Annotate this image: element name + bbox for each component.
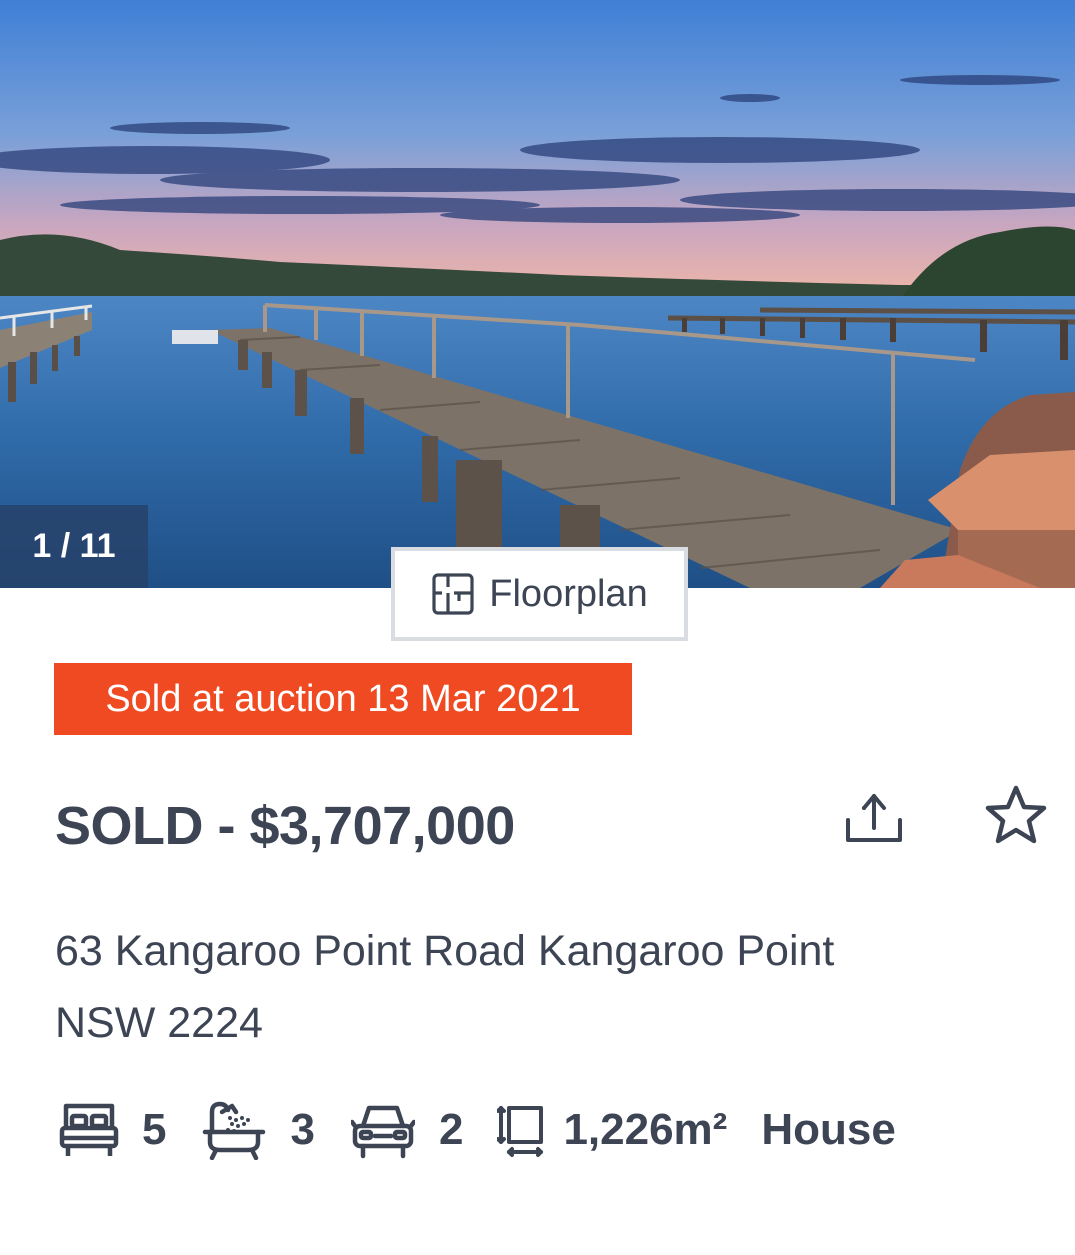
- feature-car-spaces: 2: [350, 1100, 464, 1160]
- feature-bathrooms: 3: [202, 1100, 315, 1160]
- feature-land-size: 1,226m²: [497, 1100, 727, 1160]
- land-size-value: 1,226m²: [563, 1105, 728, 1154]
- bed-icon: [58, 1100, 120, 1160]
- star-icon: [983, 783, 1049, 854]
- share-button[interactable]: [838, 788, 910, 852]
- property-address: 63 Kangaroo Point Road Kangaroo Point NS…: [55, 915, 975, 1059]
- property-features: 5 3 2 1,226m² House: [58, 1098, 896, 1162]
- bath-icon: [202, 1100, 266, 1160]
- feature-bedrooms: 5: [58, 1100, 166, 1160]
- land-size-icon: [497, 1100, 545, 1160]
- jetty-photo: [0, 0, 1075, 588]
- bedroom-count: 5: [142, 1105, 167, 1154]
- address-street: 63 Kangaroo Point Road Kangaroo Point: [55, 927, 835, 975]
- address-state-postcode: NSW 2224: [55, 999, 263, 1047]
- sold-status-badge: Sold at auction 13 Mar 2021: [54, 663, 632, 735]
- car-icon: [350, 1100, 415, 1160]
- property-type: House: [761, 1105, 896, 1154]
- floorplan-icon: [431, 572, 475, 616]
- hero-photo[interactable]: 1 / 11: [0, 0, 1075, 588]
- floorplan-label: Floorplan: [489, 572, 648, 615]
- car-space-count: 2: [438, 1105, 464, 1154]
- photo-counter: 1 / 11: [0, 505, 148, 588]
- share-icon: [842, 788, 906, 853]
- floorplan-button[interactable]: Floorplan: [391, 547, 688, 641]
- bathroom-count: 3: [290, 1105, 315, 1154]
- favourite-button[interactable]: [980, 782, 1052, 854]
- listing-price: SOLD - $3,707,000: [55, 796, 515, 856]
